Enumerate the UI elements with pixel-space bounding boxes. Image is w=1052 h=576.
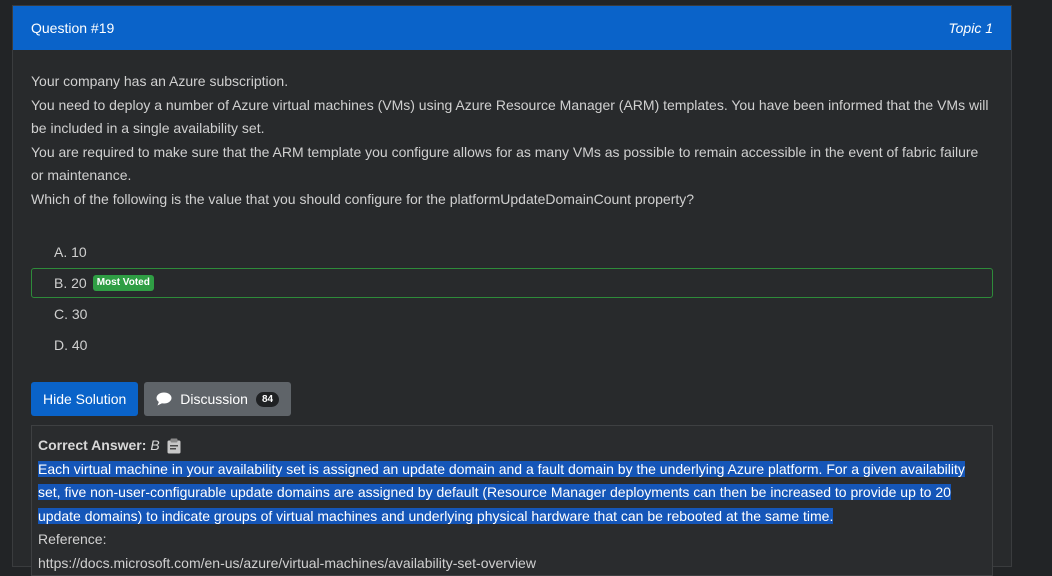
question-card: Question #19 Topic 1 Your company has an… — [12, 5, 1012, 576]
choice-d[interactable]: D. 40 — [31, 330, 993, 360]
choice-label: A. 10 — [54, 244, 87, 260]
choice-label: D. 40 — [54, 337, 88, 353]
most-voted-badge: Most Voted — [92, 275, 154, 291]
choice-b[interactable]: B. 20 Most Voted — [31, 268, 993, 298]
choices-list: A. 10 B. 20 Most Voted C. 30 D. 40 — [13, 237, 1011, 360]
hide-solution-button[interactable]: Hide Solution — [31, 382, 139, 416]
reference-label: Reference: — [38, 531, 107, 547]
action-buttons: Hide Solution Discussion 84 — [13, 382, 1011, 416]
choice-a[interactable]: A. 10 — [31, 237, 993, 267]
correct-answer-letter: B — [150, 437, 160, 453]
discussion-count-badge: 84 — [255, 391, 280, 407]
question-line: Your company has an Azure subscription. — [31, 73, 289, 89]
clipboard-icon[interactable] — [166, 438, 182, 454]
explanation-text: Each virtual machine in your availabilit… — [38, 460, 965, 524]
question-line: You need to deploy a number of Azure vir… — [31, 96, 989, 137]
answer-explanation: Each virtual machine in your availabilit… — [38, 458, 986, 529]
topic-label: Topic 1 — [948, 20, 993, 36]
question-line: You are required to make sure that the A… — [31, 143, 979, 184]
discussion-label: Discussion — [180, 391, 248, 407]
correct-answer-label: Correct Answer: — [38, 437, 147, 453]
choice-label: B. 20 — [54, 275, 87, 291]
hide-solution-label: Hide Solution — [43, 391, 127, 407]
question-header: Question #19 Topic 1 — [13, 6, 1011, 50]
question-number: Question #19 — [31, 20, 115, 36]
reference-link[interactable]: https://docs.microsoft.com/en-us/azure/v… — [38, 552, 986, 576]
choice-c[interactable]: C. 30 — [31, 299, 993, 329]
correct-answer-heading: Correct Answer: B — [38, 434, 986, 458]
choice-label: C. 30 — [54, 306, 88, 322]
discussion-button[interactable]: Discussion 84 — [144, 382, 292, 416]
comment-icon — [156, 392, 172, 406]
question-line: Which of the following is the value that… — [31, 190, 695, 207]
question-text: Your company has an Azure subscription. … — [13, 50, 1011, 211]
answer-panel: Correct Answer: B Each virtual machine i… — [31, 425, 993, 576]
